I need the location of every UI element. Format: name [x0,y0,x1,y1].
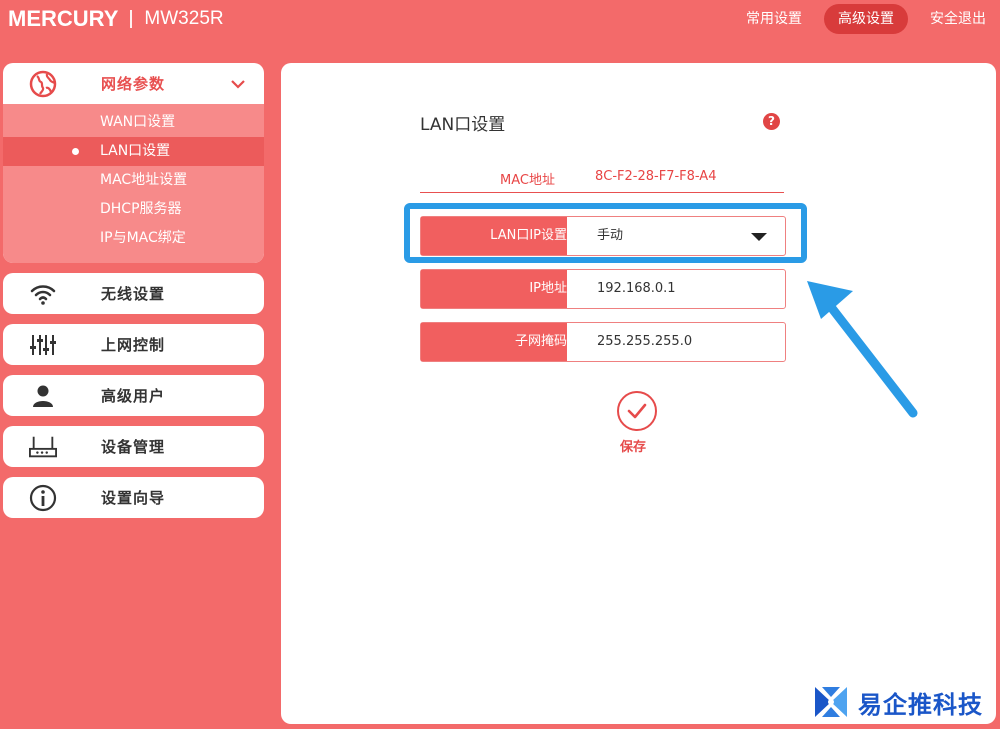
brand-name: MERCURY [8,6,119,31]
submenu-wan[interactable]: WAN口设置 [3,108,264,137]
top-header: MERCURY MW325R 常用设置 高级设置 安全退出 [0,0,1000,40]
globe-icon [29,70,57,98]
menu-network-header[interactable]: 网络参数 [3,63,264,104]
mac-address-value: 8C-F2-28-F7-F8-A4 [595,169,717,184]
network-submenu: WAN口设置 LAN口设置 MAC地址设置 DHCP服务器 IP与MAC绑定 [3,104,264,263]
model-name: MW325R [144,8,224,29]
menu-network-label: 网络参数 [101,75,166,93]
watermark-logo-icon [815,687,847,717]
save-label: 保存 [620,440,647,455]
menu-setup-wizard-header: 设置向导 [3,477,264,518]
save-button[interactable] [617,391,657,431]
menu-setup-wizard[interactable]: 设置向导 [3,477,264,518]
watermark-text: 易企推科技 [858,690,983,719]
menu-advanced-user-label: 高级用户 [101,387,166,405]
subnet-mask-field[interactable]: 子网掩码 255.255.255.0 [420,322,786,362]
subnet-mask-label-box: 子网掩码 [421,323,567,361]
menu-device-management-header: 设备管理 [3,426,264,467]
menu-access-control-label: 上网控制 [101,336,166,354]
brand-logo: MERCURY MW325R [8,6,224,32]
mac-address-row: MAC地址 8C-F2-28-F7-F8-A4 [420,165,784,193]
submenu-dhcp[interactable]: DHCP服务器 [3,195,264,224]
ip-address-input[interactable]: 192.168.0.1 [567,270,785,308]
subnet-mask-label: 子网掩码 [514,334,567,349]
sliders-icon [29,331,57,359]
highlight-box [404,203,807,263]
submenu-mac[interactable]: MAC地址设置 [3,166,264,195]
sidebar: 网络参数 WAN口设置 LAN口设置 MAC地址设置 DHCP服务器 IP与MA… [3,63,264,528]
menu-wireless-label: 无线设置 [101,285,166,303]
checkmark-icon [627,403,647,419]
ip-address-label: IP地址 [529,281,567,296]
menu-access-control[interactable]: 上网控制 [3,324,264,365]
menu-access-control-header: 上网控制 [3,324,264,365]
user-icon [29,382,57,410]
menu-network: 网络参数 WAN口设置 LAN口设置 MAC地址设置 DHCP服务器 IP与MA… [3,63,264,263]
menu-wireless-header: 无线设置 [3,273,264,314]
menu-setup-wizard-label: 设置向导 [101,489,166,507]
watermark: 易企推科技 [812,683,983,721]
menu-wireless[interactable]: 无线设置 [3,273,264,314]
nav-common-settings[interactable]: 常用设置 [732,4,816,34]
arrow-annotation-icon [807,281,918,418]
nav-logout[interactable]: 安全退出 [916,4,1000,34]
router-icon [29,433,57,461]
submenu-ip-mac-bind[interactable]: IP与MAC绑定 [3,224,264,253]
main-panel: LAN口设置 ? MAC地址 8C-F2-28-F7-F8-A4 LAN口IP设… [281,63,996,724]
info-icon [29,484,57,512]
chevron-down-icon [230,75,246,94]
wifi-icon [29,280,57,308]
menu-device-management-label: 设备管理 [101,438,166,456]
menu-advanced-user[interactable]: 高级用户 [3,375,264,416]
help-icon[interactable]: ? [763,113,780,130]
top-nav: 常用设置 高级设置 安全退出 [724,4,1000,34]
mac-address-label: MAC地址 [500,173,555,188]
page-title: LAN口设置 [420,115,506,135]
menu-advanced-user-header: 高级用户 [3,375,264,416]
logo-divider [130,10,133,28]
submenu-lan[interactable]: LAN口设置 [3,137,264,166]
ip-address-field[interactable]: IP地址 192.168.0.1 [420,269,786,309]
ip-address-label-box: IP地址 [421,270,567,308]
subnet-mask-input[interactable]: 255.255.255.0 [567,323,785,361]
nav-advanced-settings[interactable]: 高级设置 [824,4,908,34]
menu-device-management[interactable]: 设备管理 [3,426,264,467]
